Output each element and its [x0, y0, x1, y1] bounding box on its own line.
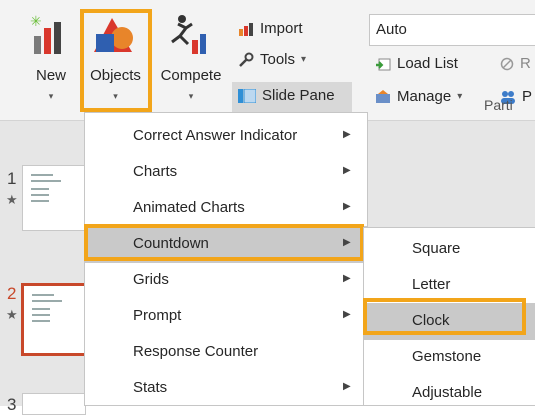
import-button[interactable]: Import — [238, 20, 303, 37]
menu-item-label: Animated Charts — [133, 199, 245, 216]
submenu-arrow-icon: ▶ — [343, 381, 351, 392]
submenu-item-label: Gemstone — [412, 348, 482, 365]
countdown-highlight-outline — [84, 224, 364, 261]
auto-value: Auto — [376, 21, 407, 38]
compete-button[interactable]: Compete ▾ — [152, 0, 230, 120]
load-list-icon — [376, 58, 391, 70]
menu-item-response-counter[interactable]: Response Counter — [85, 334, 367, 371]
load-list-button[interactable]: Load List — [375, 55, 458, 72]
slide-thumbnail-3[interactable] — [22, 393, 86, 415]
objects-highlight-outline — [80, 9, 152, 112]
submenu-arrow-icon: ▶ — [343, 273, 351, 284]
load-list-label: Load List — [397, 55, 458, 72]
menu-item-label: Grids — [133, 271, 169, 288]
tools-label: Tools — [260, 51, 296, 68]
chevron-down-icon: ▾ — [457, 91, 463, 102]
manage-icon — [376, 89, 390, 103]
session-auto-field[interactable]: Auto — [369, 14, 535, 46]
reset-icon — [500, 57, 514, 70]
menu-item-label: Response Counter — [133, 343, 259, 360]
slide-pane-button[interactable]: Slide Pane — [238, 87, 335, 104]
menu-item-prompt[interactable]: Prompt ▶ — [85, 298, 367, 335]
submenu-arrow-icon: ▶ — [343, 201, 351, 212]
manage-button[interactable]: Manage ▾ — [375, 88, 462, 105]
submenu-item-label: Adjustable — [412, 384, 483, 401]
runner-chart-icon — [171, 15, 206, 54]
import-chart-icon — [239, 22, 253, 36]
reset-button[interactable]: R — [500, 55, 531, 72]
new-chart-icon: ✳ — [30, 14, 61, 54]
manage-label: Manage — [397, 88, 452, 105]
slide-thumbnail-2[interactable] — [21, 283, 89, 356]
participants-label: P — [522, 88, 533, 105]
new-button[interactable]: ✳ New ▾ — [28, 0, 74, 120]
submenu-item-label: Letter — [412, 276, 451, 293]
submenu-item-adjustable[interactable]: Adjustable — [364, 375, 535, 412]
menu-item-correct-answer-indicator[interactable]: Correct Answer Indicator ▶ — [85, 118, 367, 155]
submenu-item-gemstone[interactable]: Gemstone — [364, 339, 535, 376]
new-label: New — [35, 67, 66, 84]
menu-item-stats[interactable]: Stats ▶ — [85, 370, 367, 407]
ribbon: ✳ New ▾ Objects ▾ Compete ▾ Import Tools… — [0, 0, 535, 121]
reset-label: R — [520, 55, 531, 72]
submenu-arrow-icon: ▶ — [343, 165, 351, 176]
menu-item-label: Charts — [133, 163, 178, 180]
menu-item-label: Stats — [133, 379, 168, 396]
wrench-icon — [239, 52, 254, 67]
ribbon-group-label: Parti — [484, 97, 513, 113]
slide-number: 1 — [7, 169, 17, 188]
slide-number: 3 — [7, 395, 17, 414]
star-icon: ★ — [6, 192, 18, 207]
menu-item-charts[interactable]: Charts ▶ — [85, 154, 367, 191]
menu-item-grids[interactable]: Grids ▶ — [85, 262, 367, 299]
menu-item-label: Prompt — [133, 307, 182, 324]
submenu-arrow-icon: ▶ — [343, 129, 351, 140]
tools-button[interactable]: Tools ▾ — [238, 51, 306, 68]
chevron-down-icon: ▾ — [188, 91, 194, 101]
submenu-arrow-icon: ▶ — [343, 309, 351, 320]
svg-text:✳: ✳ — [30, 14, 42, 30]
chevron-down-icon: ▾ — [48, 91, 54, 101]
slide-pane-icon — [238, 88, 256, 103]
slide-pane-label: Slide Pane — [262, 87, 335, 104]
compete-label: Compete — [160, 67, 222, 84]
clock-highlight-outline — [363, 298, 526, 335]
submenu-item-label: Square — [412, 240, 461, 257]
import-label: Import — [260, 20, 303, 37]
star-icon: ★ — [6, 307, 18, 322]
submenu-item-square[interactable]: Square — [364, 231, 535, 268]
slide-number: 2 — [7, 284, 17, 303]
slide-thumbnail-1[interactable] — [22, 165, 86, 231]
menu-item-animated-charts[interactable]: Animated Charts ▶ — [85, 190, 367, 227]
menu-item-label: Correct Answer Indicator — [133, 127, 298, 144]
chevron-down-icon: ▾ — [301, 54, 307, 65]
